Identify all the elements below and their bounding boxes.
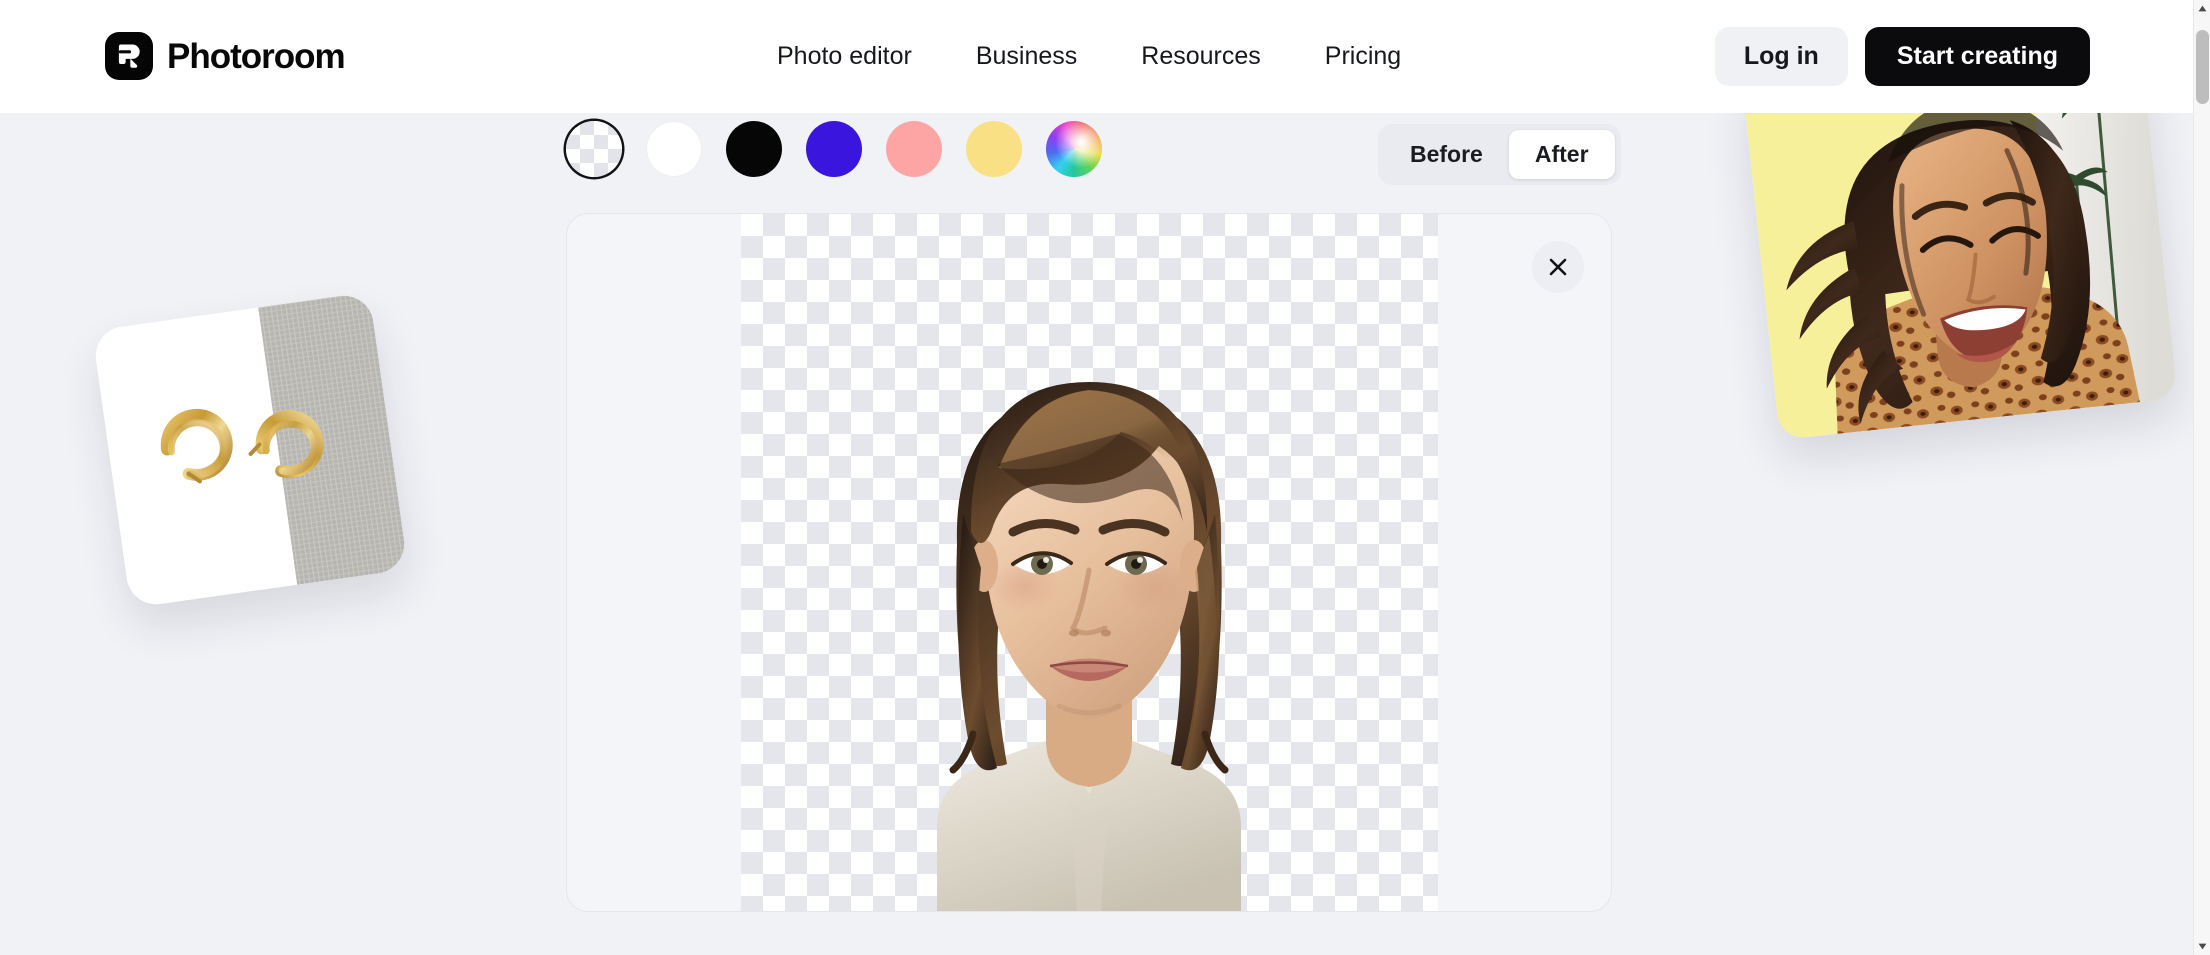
swatch-transparent[interactable] xyxy=(566,121,622,177)
close-icon[interactable] xyxy=(1532,241,1584,293)
sample-card-earrings[interactable] xyxy=(91,291,409,609)
swatch-white[interactable] xyxy=(646,121,702,177)
nav-item-business[interactable]: Business xyxy=(944,34,1109,79)
scroll-down-arrow-icon[interactable] xyxy=(2194,938,2210,955)
photoroom-logo-icon xyxy=(105,32,153,80)
nav-item-photo-editor[interactable]: Photo editor xyxy=(745,34,944,79)
tab-before[interactable]: Before xyxy=(1384,130,1509,179)
brand-logo[interactable]: Photoroom xyxy=(105,32,346,80)
browser-scrollbar[interactable] xyxy=(2193,0,2210,955)
subject-image[interactable] xyxy=(741,214,1438,911)
swatch-yellow[interactable] xyxy=(966,121,1022,177)
scroll-up-arrow-icon[interactable] xyxy=(2194,0,2210,17)
nav-item-resources[interactable]: Resources xyxy=(1109,34,1293,79)
before-after-toggle: Before After xyxy=(1378,124,1621,185)
swatch-custom-color-picker[interactable] xyxy=(1046,121,1102,177)
main-navigation: Photo editor Business Resources Pricing xyxy=(745,0,1433,113)
page-root: Photoroom Photo editor Business Resource… xyxy=(0,0,2210,955)
swatch-black[interactable] xyxy=(726,121,782,177)
login-button[interactable]: Log in xyxy=(1714,27,1848,86)
site-header: Photoroom Photo editor Business Resource… xyxy=(0,0,2193,113)
swatch-blue[interactable] xyxy=(806,121,862,177)
nav-item-pricing[interactable]: Pricing xyxy=(1293,34,1433,79)
tab-after[interactable]: After xyxy=(1508,130,1615,179)
scrollbar-thumb[interactable] xyxy=(2196,30,2209,104)
start-creating-button[interactable]: Start creating xyxy=(1864,27,2090,86)
brand-name: Photoroom xyxy=(167,36,346,76)
header-actions: Log in Start creating xyxy=(1714,0,2090,113)
swatch-pink[interactable] xyxy=(886,121,942,177)
editor-canvas-card xyxy=(566,213,1612,912)
background-color-swatches xyxy=(566,121,1102,177)
